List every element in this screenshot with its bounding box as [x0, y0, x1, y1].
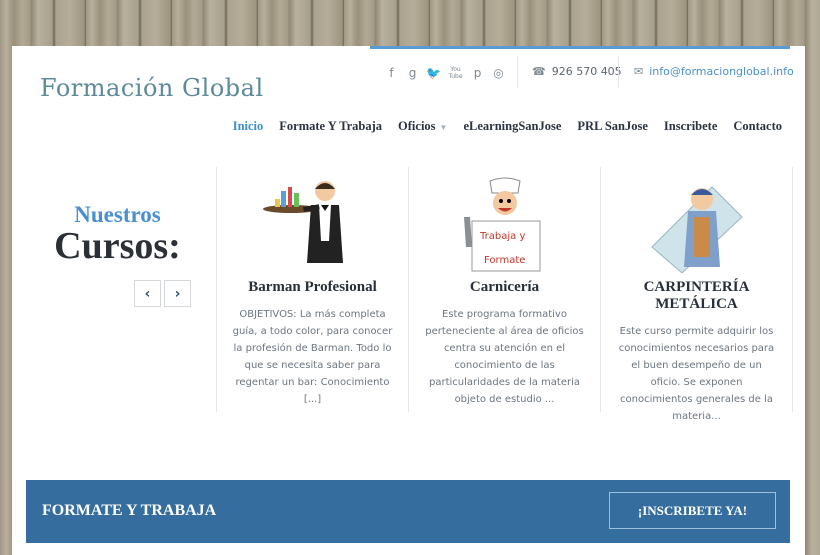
email-address[interactable]: info@formacionglobal.info [649, 65, 794, 78]
sign-text-line2: Formate [484, 255, 525, 266]
nav-item-prl-sanjose[interactable]: PRL SanJose [577, 119, 648, 134]
courses-heading-big: Cursos: [54, 225, 181, 267]
phone-icon: ☎ [532, 65, 546, 78]
main-panel: Formación Global f g 🐦 You Tube p ◎ ☎ 92… [12, 46, 805, 555]
nav-item-inicio[interactable]: Inicio [233, 119, 264, 134]
carousel-controls: ‹ › [134, 280, 191, 307]
nav-item-elearningsanjose[interactable]: eLearningSanJose [463, 119, 561, 134]
next-arrow-button[interactable]: › [164, 280, 191, 307]
nav-item-formate-y-trabaja[interactable]: Formate Y Trabaja [279, 119, 382, 134]
nav-item-contacto[interactable]: Contacto [733, 119, 782, 134]
butcher-illustration[interactable]: Trabaja y Formate [409, 177, 600, 273]
course-description: OBJETIVOS: La más completa guía, a todo … [232, 309, 393, 405]
dribbble-icon[interactable]: ◎ [491, 66, 506, 80]
site-logo[interactable]: Formación Global [40, 74, 264, 102]
course-title[interactable]: CARPINTERÍA METÁLICA [601, 279, 792, 313]
google-plus-icon[interactable]: g [405, 66, 420, 80]
course-card[interactable]: Trabaja y Formate Carnicería Este progra… [408, 167, 600, 412]
topbar-divider [517, 56, 518, 88]
phone-contact: ☎ 926 570 405 [532, 65, 622, 78]
main-nav: Inicio Formate Y Trabaja Oficios ▼ eLearn… [233, 119, 782, 134]
twitter-icon[interactable]: 🐦 [426, 66, 441, 80]
nav-item-label: Oficios [398, 119, 436, 133]
pinterest-icon[interactable]: p [470, 66, 485, 80]
phone-number: 926 570 405 [551, 65, 622, 78]
sign-text-line1: Trabaja y [479, 231, 525, 242]
courses-heading: Nuestros Cursos: [30, 202, 205, 266]
carpenter-illustration[interactable] [601, 177, 792, 274]
envelope-icon: ✉ [634, 65, 644, 78]
barman-illustration[interactable] [217, 177, 408, 273]
course-title[interactable]: Barman Profesional [217, 279, 408, 296]
chevron-down-icon: ▼ [439, 123, 448, 132]
inscribete-button[interactable]: ¡INSCRIBETE YA! [609, 492, 776, 529]
email-contact[interactable]: ✉ info@formacionglobal.info [634, 65, 794, 78]
prev-arrow-button[interactable]: ‹ [134, 280, 161, 307]
topbar-divider [618, 56, 619, 88]
banner-title: FORMATE Y TRABAJA [42, 502, 217, 519]
course-carousel: Barman Profesional OBJETIVOS: La más com… [216, 167, 793, 422]
cta-banner: FORMATE Y TRABAJA ¡INSCRIBETE YA! [26, 480, 790, 543]
youtube-icon[interactable]: You Tube [447, 66, 464, 80]
nav-item-inscribete[interactable]: Inscribete [664, 119, 717, 134]
course-description: Este curso permite adquirir los conocimi… [618, 326, 775, 422]
social-links: f g 🐦 You Tube p ◎ [384, 64, 506, 82]
nav-item-oficios[interactable]: Oficios ▼ [398, 119, 447, 134]
course-title[interactable]: Carnicería [409, 279, 600, 296]
course-card[interactable]: CARPINTERÍA METÁLICA Este curso permite … [600, 167, 793, 422]
top-accent-bar [370, 46, 790, 49]
facebook-icon[interactable]: f [384, 66, 399, 80]
course-card[interactable]: Barman Profesional OBJETIVOS: La más com… [216, 167, 408, 412]
course-description: Este programa formativo perteneciente al… [425, 309, 584, 405]
